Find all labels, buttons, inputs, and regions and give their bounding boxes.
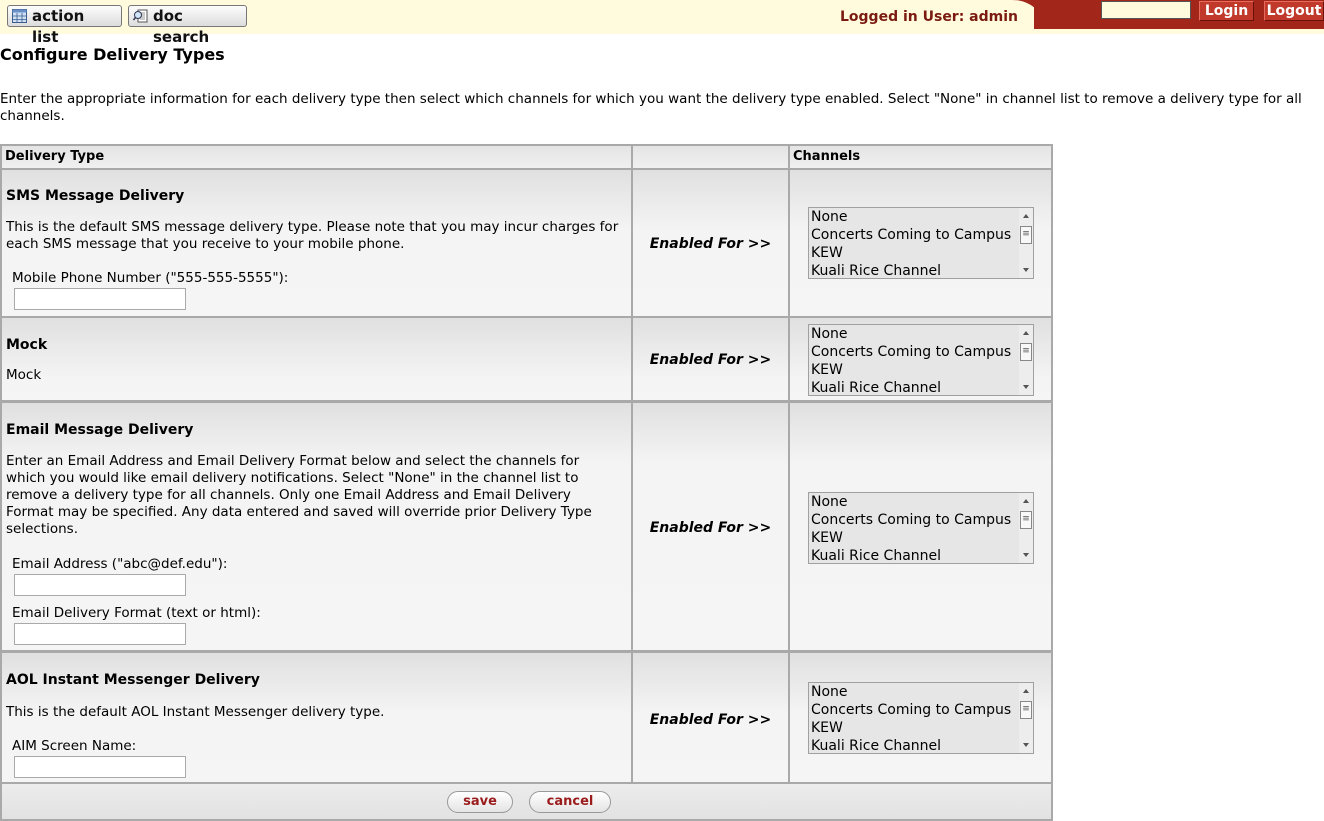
channel-option[interactable]: KEW [811, 361, 1033, 379]
scroll-thumb[interactable]: ≡ [1020, 226, 1032, 244]
mobile-phone-label: Mobile Phone Number ("555-555-5555"): [12, 270, 289, 286]
email-format-label: Email Delivery Format (text or html): [12, 605, 261, 621]
channels-listbox-sms[interactable]: None Concerts Coming to Campus KEW Kuali… [808, 207, 1034, 279]
channel-option[interactable]: None [811, 493, 1033, 511]
email-address-label: Email Address ("abc@def.edu"): [12, 556, 228, 572]
cancel-button[interactable]: cancel [529, 791, 611, 813]
page-intro: Enter the appropriate information for ea… [0, 91, 1302, 124]
channels-cell-mock: None Concerts Coming to Campus KEW Kuali… [788, 316, 1053, 402]
email-address-input[interactable] [14, 574, 186, 596]
delivery-type-description: Mock [6, 367, 42, 383]
delivery-type-cell-sms: SMS Message Delivery This is the default… [0, 168, 633, 318]
delivery-type-cell-email: Email Message Delivery Enter an Email Ad… [0, 401, 633, 652]
login-button[interactable]: Login [1199, 1, 1254, 21]
channel-option[interactable]: Kuali Rice Channel [811, 262, 1033, 278]
banner-curve [1012, 0, 1072, 29]
channel-option[interactable]: None [811, 683, 1033, 701]
delivery-type-cell-aim: AOL Instant Messenger Delivery This is t… [0, 651, 633, 785]
channel-option[interactable]: None [811, 325, 1033, 343]
delivery-type-title: Mock [6, 337, 48, 353]
channel-option[interactable]: Kuali Rice Channel [811, 547, 1033, 563]
scroll-down-icon[interactable] [1023, 385, 1029, 389]
document-search-icon [133, 9, 148, 23]
scroll-thumb[interactable]: ≡ [1020, 343, 1032, 361]
channel-option[interactable]: Kuali Rice Channel [811, 379, 1033, 395]
scroll-down-icon[interactable] [1023, 743, 1029, 747]
channel-option[interactable]: Concerts Coming to Campus [811, 343, 1033, 361]
delivery-type-title: Email Message Delivery [6, 422, 194, 438]
enabled-for-label: Enabled For >> [649, 352, 772, 368]
enabled-for-label: Enabled For >> [649, 520, 772, 536]
action-list-label: action list [32, 7, 85, 46]
listbox-scrollbar[interactable]: ≡ [1019, 208, 1033, 278]
header-delivery-type: Delivery Type [0, 144, 633, 170]
channels-listbox-aim[interactable]: None Concerts Coming to Campus KEW Kuali… [808, 682, 1034, 754]
channels-listbox-email[interactable]: None Concerts Coming to Campus KEW Kuali… [808, 492, 1034, 564]
channels-cell-aim: None Concerts Coming to Campus KEW Kuali… [788, 651, 1053, 785]
channel-option[interactable]: Concerts Coming to Campus [811, 511, 1033, 529]
delivery-type-description: This is the default SMS message delivery… [6, 219, 619, 252]
channel-option[interactable]: None [811, 208, 1033, 226]
scroll-up-icon[interactable] [1023, 499, 1029, 503]
email-format-input[interactable] [14, 623, 186, 645]
doc-search-label: doc search [153, 7, 210, 46]
scroll-down-icon[interactable] [1023, 268, 1029, 272]
enabled-cell-aim: Enabled For >> [631, 651, 790, 785]
save-button[interactable]: save [447, 791, 513, 813]
channel-option[interactable]: Concerts Coming to Campus [811, 701, 1033, 719]
listbox-scrollbar[interactable]: ≡ [1019, 493, 1033, 563]
channels-cell-email: None Concerts Coming to Campus KEW Kuali… [788, 401, 1053, 652]
delivery-type-title: SMS Message Delivery [6, 188, 185, 204]
scroll-thumb[interactable]: ≡ [1020, 511, 1032, 529]
delivery-type-title: AOL Instant Messenger Delivery [6, 672, 260, 688]
channels-cell-sms: None Concerts Coming to Campus KEW Kuali… [788, 168, 1053, 318]
header-channels: Channels [788, 144, 1053, 170]
enabled-cell-email: Enabled For >> [631, 401, 790, 652]
aim-screen-name-label: AIM Screen Name: [12, 738, 137, 754]
form-footer: save cancel [0, 782, 1053, 821]
header-middle [631, 144, 790, 170]
channel-option[interactable]: Kuali Rice Channel [811, 737, 1033, 753]
doc-search-button[interactable]: doc search [128, 5, 247, 46]
listbox-scrollbar[interactable]: ≡ [1019, 325, 1033, 395]
aim-screen-name-input[interactable] [14, 756, 186, 778]
top-banner: action list doc search Logged in User: a… [0, 0, 1324, 46]
channels-listbox-mock[interactable]: None Concerts Coming to Campus KEW Kuali… [808, 324, 1034, 396]
scroll-down-icon[interactable] [1023, 553, 1029, 557]
delivery-type-description: Enter an Email Address and Email Deliver… [6, 453, 592, 537]
channel-option[interactable]: KEW [811, 719, 1033, 737]
enabled-cell-mock: Enabled For >> [631, 316, 790, 402]
enabled-for-label: Enabled For >> [649, 236, 772, 252]
logged-in-user: Logged in User: admin [840, 9, 1019, 25]
action-list-button[interactable]: action list [7, 5, 122, 46]
login-user-input[interactable] [1101, 1, 1191, 19]
mobile-phone-input[interactable] [14, 288, 186, 310]
channel-option[interactable]: KEW [811, 529, 1033, 547]
channel-option[interactable]: Concerts Coming to Campus [811, 226, 1033, 244]
delivery-type-cell-mock: Mock Mock [0, 316, 633, 402]
scroll-up-icon[interactable] [1023, 689, 1029, 693]
enabled-cell-sms: Enabled For >> [631, 168, 790, 318]
page-title: Configure Delivery Types [0, 45, 225, 64]
scroll-up-icon[interactable] [1023, 331, 1029, 335]
scroll-thumb[interactable]: ≡ [1020, 701, 1032, 719]
table-icon [12, 9, 27, 23]
logout-button[interactable]: Logout [1264, 1, 1324, 21]
enabled-for-label: Enabled For >> [649, 712, 772, 728]
delivery-type-description: This is the default AOL Instant Messenge… [6, 704, 385, 720]
scroll-up-icon[interactable] [1023, 214, 1029, 218]
channel-option[interactable]: KEW [811, 244, 1033, 262]
listbox-scrollbar[interactable]: ≡ [1019, 683, 1033, 753]
